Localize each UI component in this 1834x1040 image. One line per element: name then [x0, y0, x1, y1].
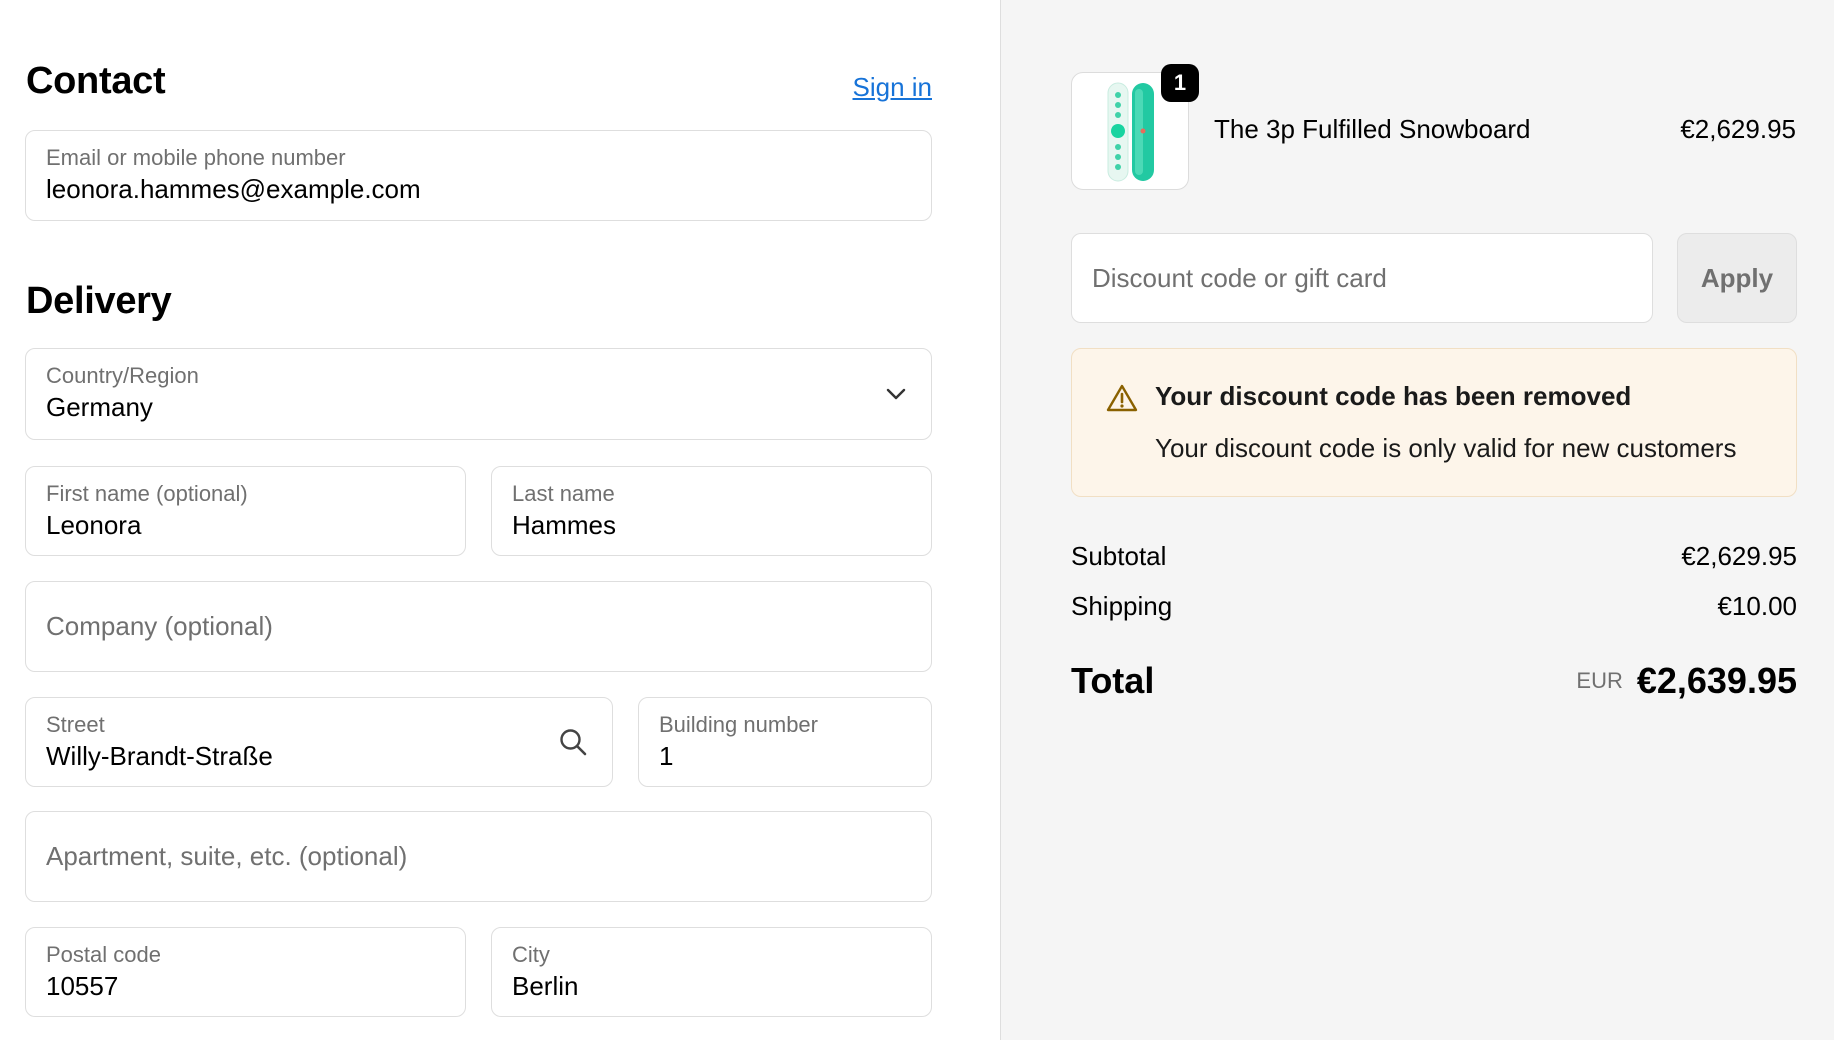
subtotal-row: Subtotal €2,629.95 — [1071, 541, 1797, 572]
subtotal-value: €2,629.95 — [1681, 541, 1797, 571]
company-field[interactable]: Company (optional) — [25, 581, 932, 672]
first-name-value: Leonora — [46, 510, 142, 540]
company-placeholder: Company (optional) — [46, 611, 273, 641]
last-name-value: Hammes — [512, 510, 617, 540]
email-field[interactable]: Email or mobile phone number leonora.ham… — [25, 130, 932, 221]
checkout-page: Contact Sign in Email or mobile phone nu… — [0, 0, 1834, 1040]
city-label: City — [512, 942, 550, 967]
total-currency: EUR — [1576, 668, 1623, 693]
postal-code-field[interactable]: Postal code 10557 — [25, 927, 466, 1017]
postal-label: Postal code — [46, 942, 161, 967]
product-name: The 3p Fulfilled Snowboard — [1214, 114, 1531, 144]
shipping-row: Shipping €10.00 — [1071, 591, 1797, 622]
building-label: Building number — [659, 712, 818, 737]
notice-body: Your discount code is only valid for new… — [1155, 433, 1737, 463]
email-value: leonora.hammes@example.com — [46, 174, 421, 204]
postal-value: 10557 — [46, 971, 119, 1001]
email-label: Email or mobile phone number — [46, 145, 346, 170]
country-value: Germany — [46, 392, 153, 422]
search-icon[interactable] — [558, 727, 588, 757]
first-name-field[interactable]: First name (optional) Leonora — [25, 466, 466, 556]
notice-title: Your discount code has been removed — [1155, 381, 1632, 411]
apply-button[interactable]: Apply — [1677, 233, 1797, 323]
last-name-label: Last name — [512, 481, 615, 506]
city-field[interactable]: City Berlin — [491, 927, 932, 1017]
street-label: Street — [46, 712, 105, 737]
apartment-placeholder: Apartment, suite, etc. (optional) — [46, 841, 408, 871]
total-value: €2,639.95 — [1636, 660, 1797, 701]
total-amount-group: EUR €2,639.95 — [1576, 660, 1797, 702]
warning-icon — [1106, 383, 1138, 418]
discount-removed-notice: Your discount code has been removed Your… — [1071, 348, 1797, 497]
discount-code-input[interactable]: Discount code or gift card — [1071, 233, 1653, 323]
first-name-label: First name (optional) — [46, 481, 248, 506]
building-number-field[interactable]: Building number 1 — [638, 697, 932, 787]
contact-heading: Contact — [26, 60, 166, 102]
chevron-down-icon — [885, 387, 907, 401]
building-value: 1 — [659, 741, 674, 771]
shipping-label: Shipping — [1071, 591, 1173, 621]
country-select[interactable]: Country/Region Germany — [25, 348, 932, 440]
shipping-value: €10.00 — [1717, 591, 1797, 621]
total-row: Total EUR €2,639.95 — [1071, 660, 1797, 702]
country-label: Country/Region — [46, 363, 199, 388]
quantity-badge: 1 — [1161, 64, 1199, 102]
checkout-form: Contact Sign in Email or mobile phone nu… — [0, 0, 1000, 1040]
total-label: Total — [1071, 660, 1155, 701]
street-field[interactable]: Street Willy-Brandt-Straße — [25, 697, 613, 787]
product-price: €2,629.95 — [1680, 114, 1796, 144]
street-value: Willy-Brandt-Straße — [46, 741, 273, 771]
last-name-field[interactable]: Last name Hammes — [491, 466, 932, 556]
order-summary: 1 The 3p Fulfilled Snowboard €2,629.95 D… — [1000, 0, 1834, 1040]
delivery-heading: Delivery — [26, 280, 172, 322]
subtotal-label: Subtotal — [1071, 541, 1167, 571]
apartment-field[interactable]: Apartment, suite, etc. (optional) — [25, 811, 932, 902]
sign-in-link[interactable]: Sign in — [853, 72, 933, 103]
city-value: Berlin — [512, 971, 579, 1001]
